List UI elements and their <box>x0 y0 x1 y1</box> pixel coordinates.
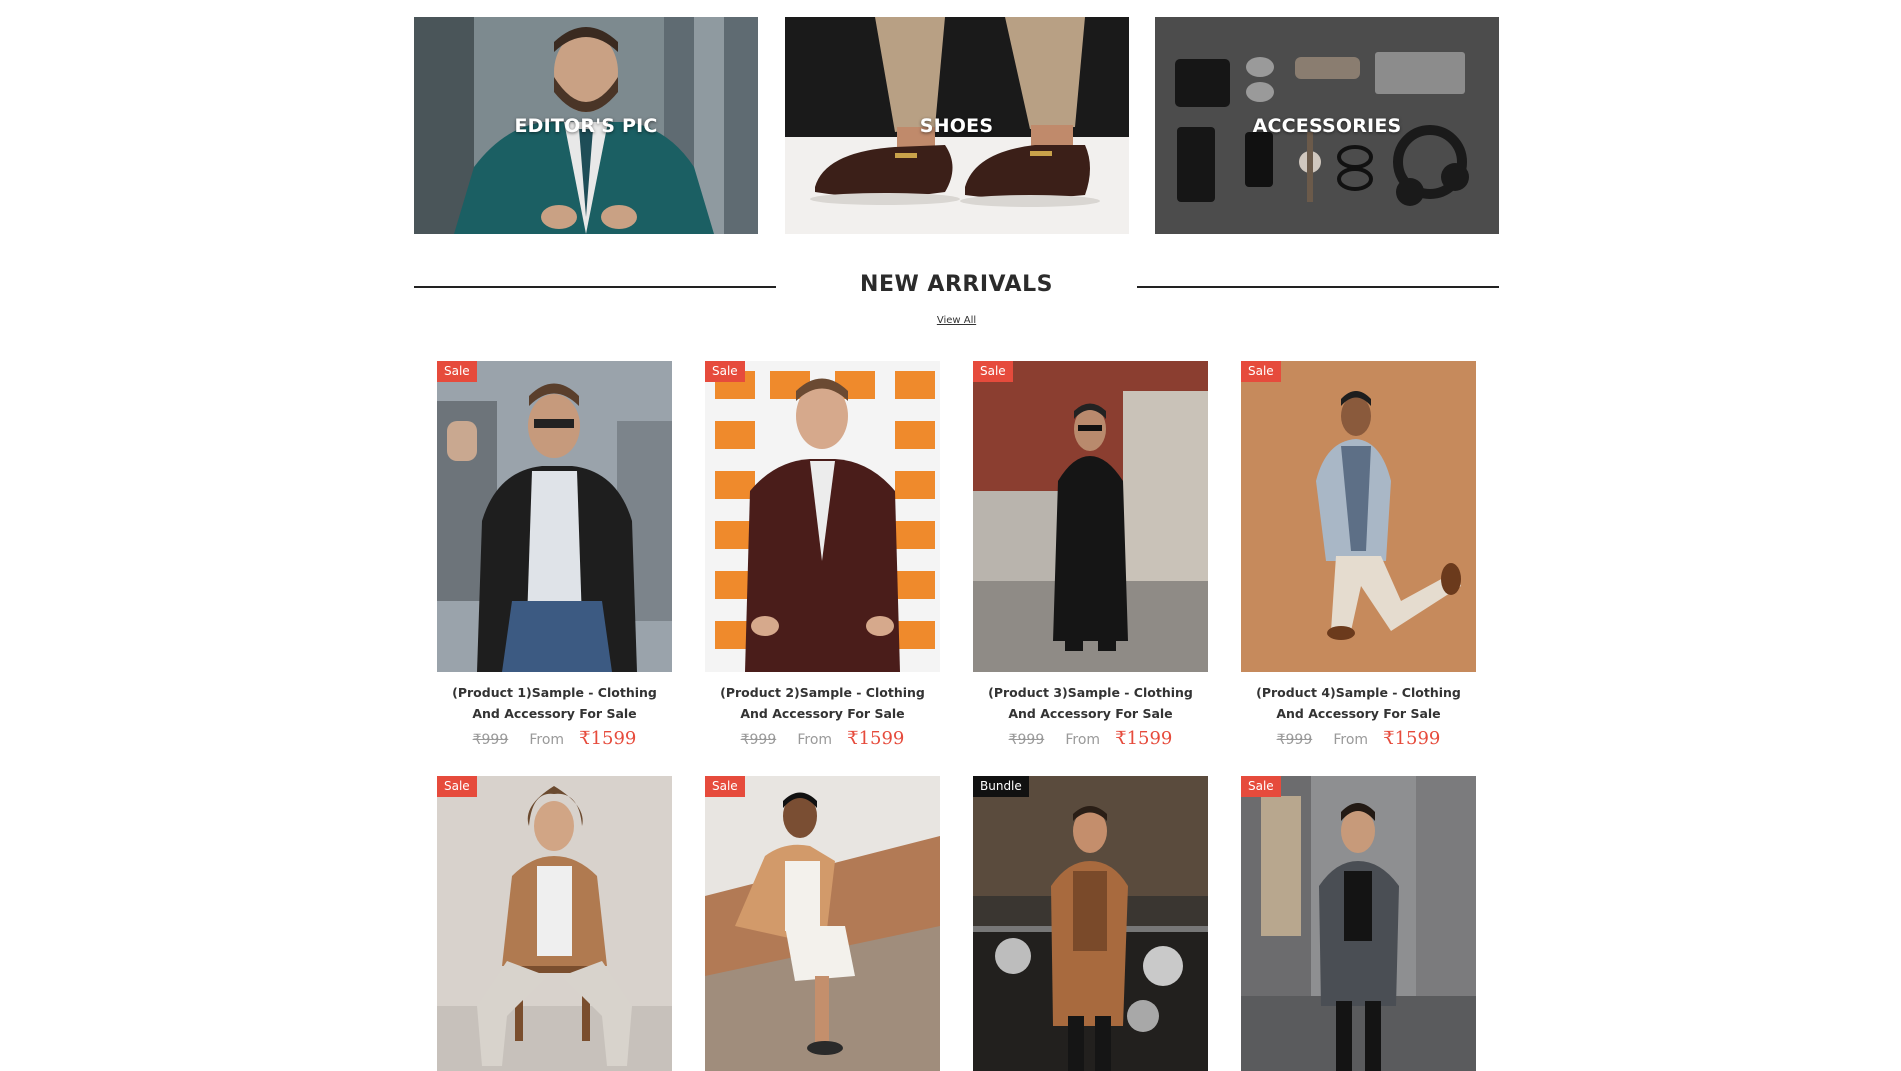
product-name[interactable]: (Product 4)Sample - Clothing And Accesso… <box>1241 682 1476 724</box>
product-image[interactable]: Sale <box>437 361 672 672</box>
product-name[interactable]: (Product 1)Sample - Clothing And Accesso… <box>437 682 672 724</box>
category-banners: EDITOR'S PIC SHOES ACCESSORIES <box>414 17 1499 234</box>
sale-badge: Sale <box>705 361 745 382</box>
product-8-photo <box>1241 776 1476 1071</box>
product-2-photo <box>705 361 940 672</box>
compare-price: ₹999 <box>1008 732 1045 748</box>
from-label: From <box>797 732 833 748</box>
category-label: EDITOR'S PIC <box>514 114 658 137</box>
bundle-badge: Bundle <box>973 776 1029 797</box>
product-name[interactable]: (Product 2)Sample - Clothing And Accesso… <box>705 682 940 724</box>
product-6-photo <box>705 776 940 1071</box>
from-label: From <box>529 732 565 748</box>
product-7-photo <box>973 776 1208 1071</box>
sale-badge: Sale <box>1241 776 1281 797</box>
product-card[interactable]: Sale (Product 4)Sample - Clothing And Ac… <box>1241 361 1476 749</box>
sale-badge: Sale <box>437 361 477 382</box>
new-arrivals-header: NEW ARRIVALS View All <box>414 268 1499 328</box>
product-card[interactable]: Sale <box>437 776 672 1071</box>
sale-price: ₹1599 <box>847 728 905 749</box>
product-card[interactable]: Sale (Product 3)Sample - Clothing And Ac… <box>973 361 1208 749</box>
product-image[interactable]: Bundle <box>973 776 1208 1071</box>
product-prices: ₹999 From ₹1599 <box>437 728 672 749</box>
category-editors-pic[interactable]: EDITOR'S PIC <box>414 17 758 234</box>
product-image[interactable]: Sale <box>437 776 672 1071</box>
product-image[interactable]: Sale <box>705 361 940 672</box>
product-name[interactable]: (Product 3)Sample - Clothing And Accesso… <box>973 682 1208 724</box>
divider-right <box>1137 286 1499 288</box>
from-label: From <box>1065 732 1101 748</box>
product-card[interactable]: Bundle <box>973 776 1208 1071</box>
from-label: From <box>1333 732 1369 748</box>
product-1-photo <box>437 361 672 672</box>
compare-price: ₹999 <box>472 732 509 748</box>
section-title: NEW ARRIVALS <box>860 272 1053 297</box>
category-label: SHOES <box>919 114 994 137</box>
product-image[interactable]: Sale <box>1241 776 1476 1071</box>
product-4-photo <box>1241 361 1476 672</box>
category-label: ACCESSORIES <box>1252 114 1402 137</box>
compare-price: ₹999 <box>740 732 777 748</box>
compare-price: ₹999 <box>1276 732 1313 748</box>
page: EDITOR'S PIC SHOES ACCESSORIES NEW ARRIV… <box>0 0 1901 1071</box>
sale-badge: Sale <box>705 776 745 797</box>
sale-badge: Sale <box>973 361 1013 382</box>
view-all-link[interactable]: View All <box>937 315 976 326</box>
sale-price: ₹1599 <box>1383 728 1441 749</box>
sale-price: ₹1599 <box>579 728 637 749</box>
product-prices: ₹999 From ₹1599 <box>705 728 940 749</box>
product-3-photo <box>973 361 1208 672</box>
product-card[interactable]: Sale <box>1241 776 1476 1071</box>
product-image[interactable]: Sale <box>1241 361 1476 672</box>
view-all-wrap: View All <box>414 308 1499 327</box>
product-5-photo <box>437 776 672 1071</box>
sale-badge: Sale <box>437 776 477 797</box>
category-accessories[interactable]: ACCESSORIES <box>1155 17 1499 234</box>
category-shoes[interactable]: SHOES <box>784 17 1129 234</box>
product-image[interactable]: Sale <box>705 776 940 1071</box>
product-prices: ₹999 From ₹1599 <box>1241 728 1476 749</box>
product-card[interactable]: Sale <box>705 361 940 749</box>
product-card[interactable]: Sale (Product 1)Sample - Clothing And Ac… <box>437 361 672 749</box>
sale-badge: Sale <box>1241 361 1281 382</box>
product-image[interactable]: Sale <box>973 361 1208 672</box>
product-card[interactable]: Sale <box>705 776 940 1071</box>
product-prices: ₹999 From ₹1599 <box>973 728 1208 749</box>
sale-price: ₹1599 <box>1115 728 1173 749</box>
